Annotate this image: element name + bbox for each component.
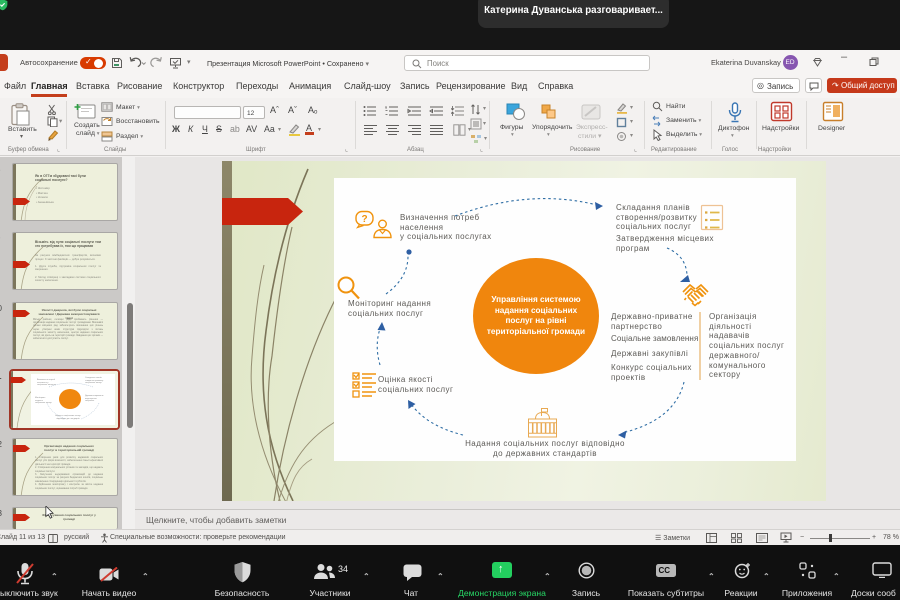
svg-text:?: ? [361, 214, 367, 225]
